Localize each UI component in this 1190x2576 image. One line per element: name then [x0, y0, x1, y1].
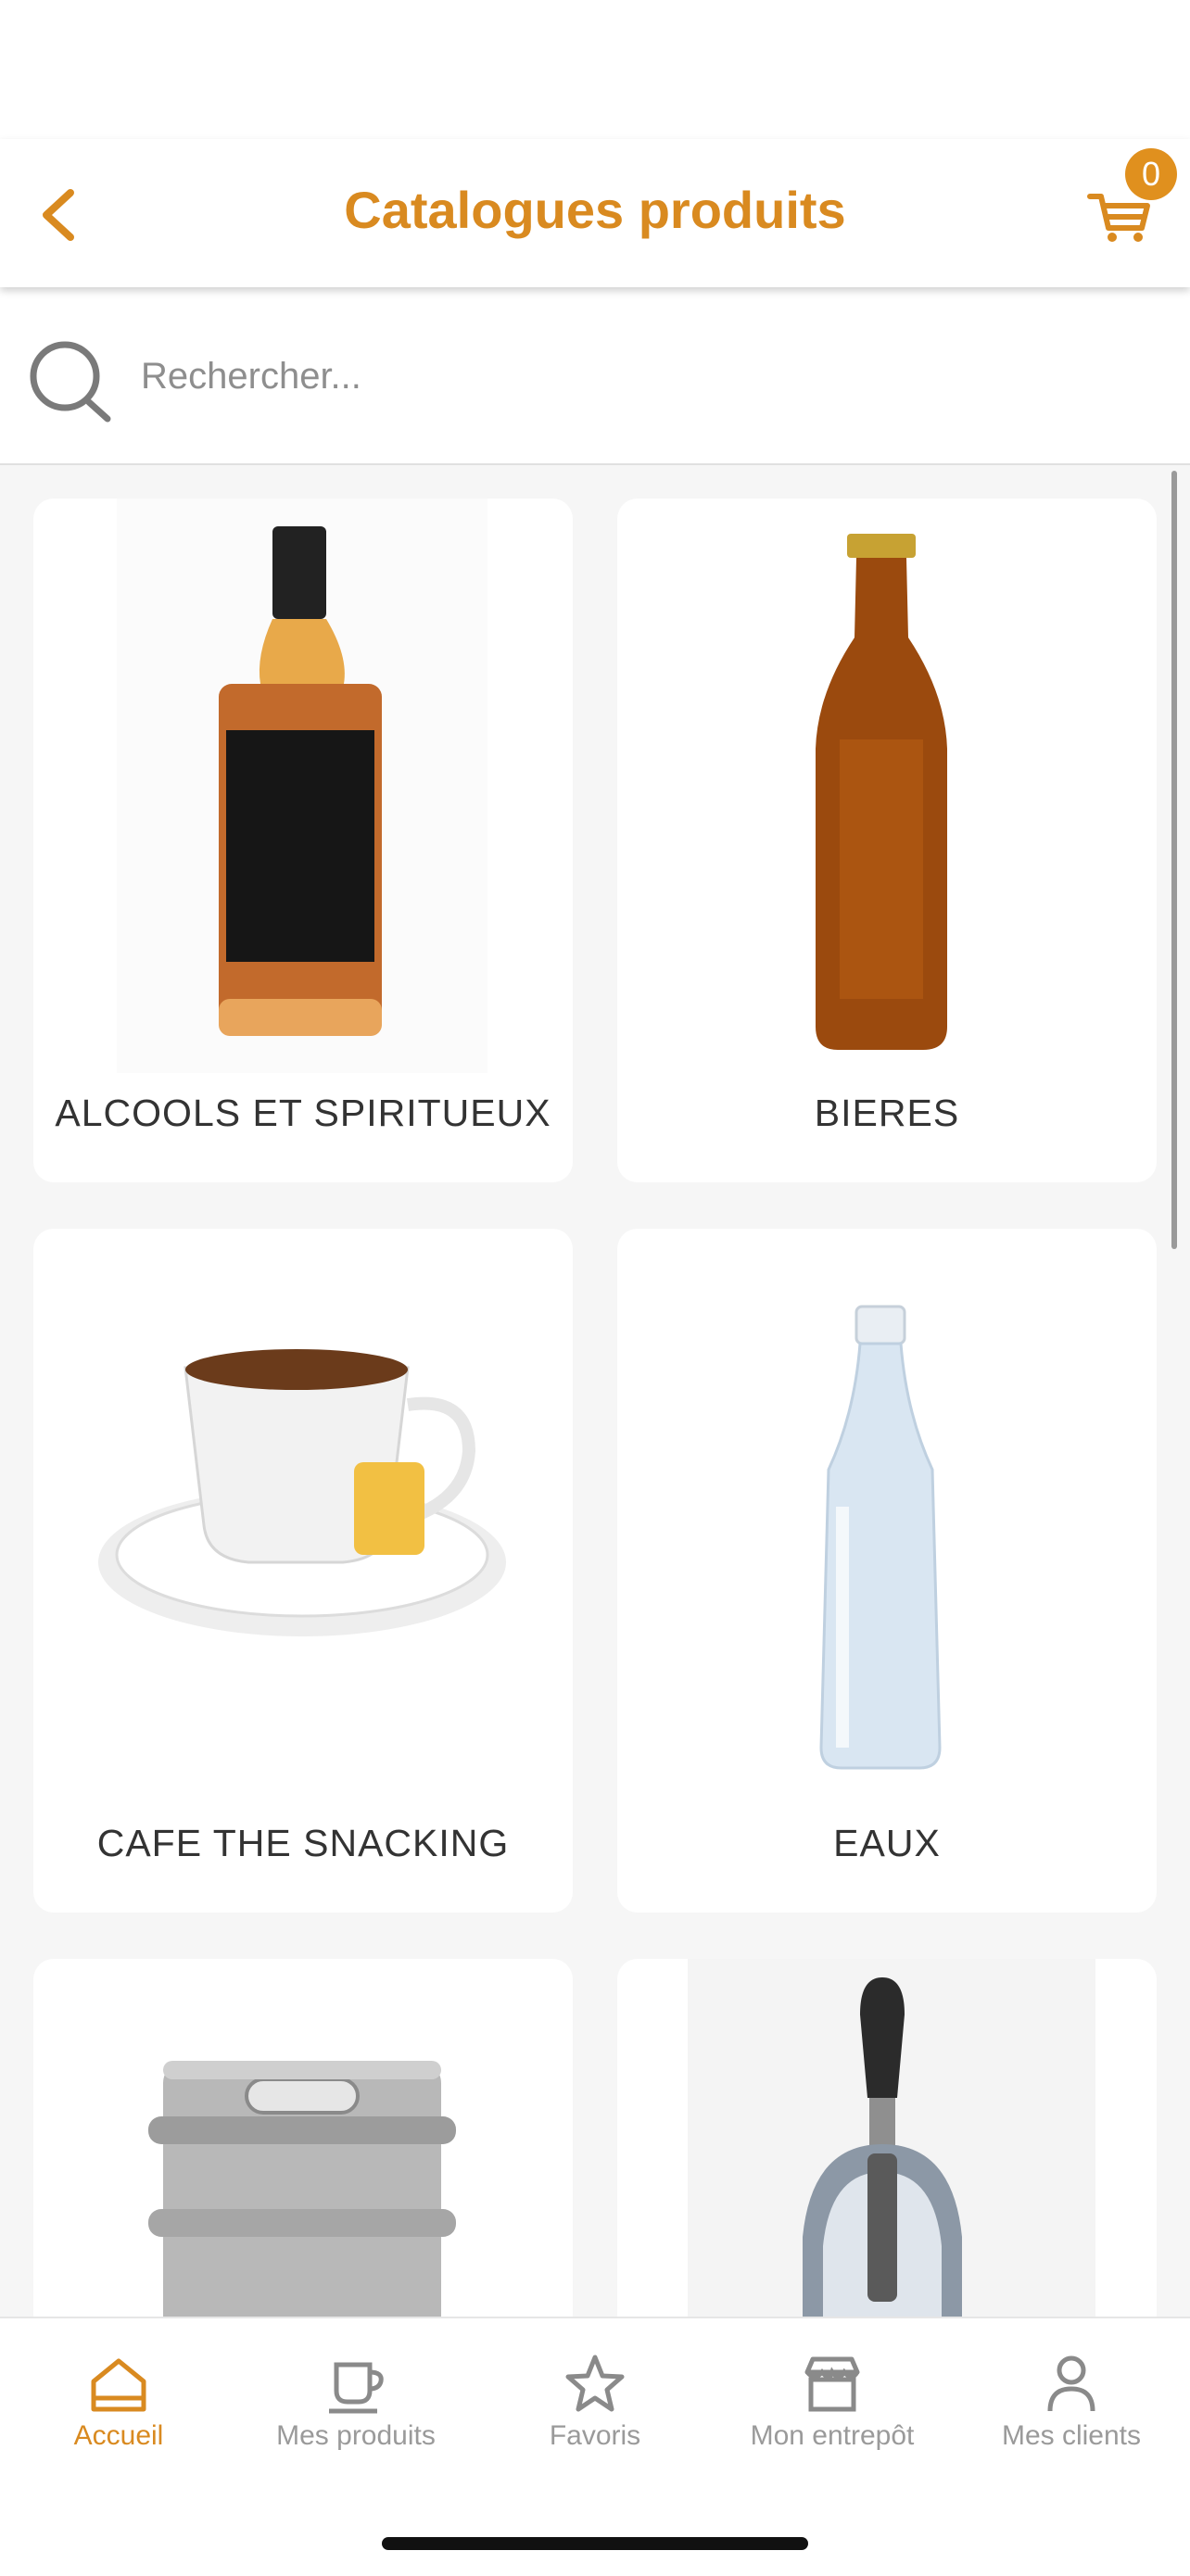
app-header: Catalogues produits — [0, 139, 1190, 287]
search-input[interactable] — [139, 341, 1144, 411]
user-icon — [1047, 2355, 1095, 2412]
tab-label: Accueil — [73, 2420, 164, 2451]
status-bar — [0, 0, 1190, 139]
category-card[interactable] — [617, 1959, 1157, 2317]
page-title: Catalogues produits — [344, 181, 846, 239]
category-label: ALCOOLS ET SPIRITUEUX — [55, 1092, 551, 1134]
home-icon — [91, 2358, 146, 2412]
beer-bottle-image — [816, 534, 947, 1050]
category-card[interactable]: BIERES — [617, 499, 1157, 1182]
tab-mes-clients[interactable]: Mes clients — [953, 2318, 1190, 2476]
scrollbar[interactable] — [1171, 471, 1177, 1249]
tab-label: Mes produits — [276, 2420, 436, 2451]
tab-mon-entrepot[interactable]: Mon entrepôt — [714, 2318, 951, 2476]
category-card[interactable]: EAUX — [617, 1229, 1157, 1913]
category-card[interactable] — [33, 1959, 573, 2317]
tab-mes-produits[interactable]: Mes produits — [237, 2318, 475, 2476]
tab-label: Mon entrepôt — [750, 2420, 915, 2451]
tab-label: Favoris — [549, 2420, 641, 2451]
star-icon — [565, 2355, 625, 2412]
cart-count-badge: 0 — [1125, 148, 1177, 200]
category-card[interactable]: ALCOOLS ET SPIRITUEUX — [33, 499, 573, 1182]
home-indicator — [382, 2537, 808, 2550]
whiskey-bottle-image — [117, 499, 487, 1073]
beer-tap-image — [688, 1959, 1095, 2317]
store-icon — [804, 2356, 860, 2412]
category-label: CAFE THE SNACKING — [96, 1822, 510, 1864]
tab-label: Mes clients — [1001, 2420, 1142, 2451]
category-grid: ALCOOLS ET SPIRITUEUX BIERES CAFE THE SN… — [0, 465, 1190, 2317]
category-label: EAUX — [833, 1822, 941, 1864]
tab-favoris[interactable]: Favoris — [476, 2318, 714, 2476]
cup-icon — [329, 2362, 384, 2414]
search-icon — [30, 341, 111, 423]
water-bottle-image — [819, 1305, 942, 1770]
search-bar — [0, 287, 1190, 465]
tab-accueil[interactable]: Accueil — [0, 2318, 237, 2476]
category-card[interactable]: CAFE THE SNACKING — [33, 1229, 573, 1913]
category-label: BIERES — [814, 1092, 960, 1134]
tea-cup-image — [98, 1349, 506, 1636]
keg-image — [148, 2061, 456, 2317]
